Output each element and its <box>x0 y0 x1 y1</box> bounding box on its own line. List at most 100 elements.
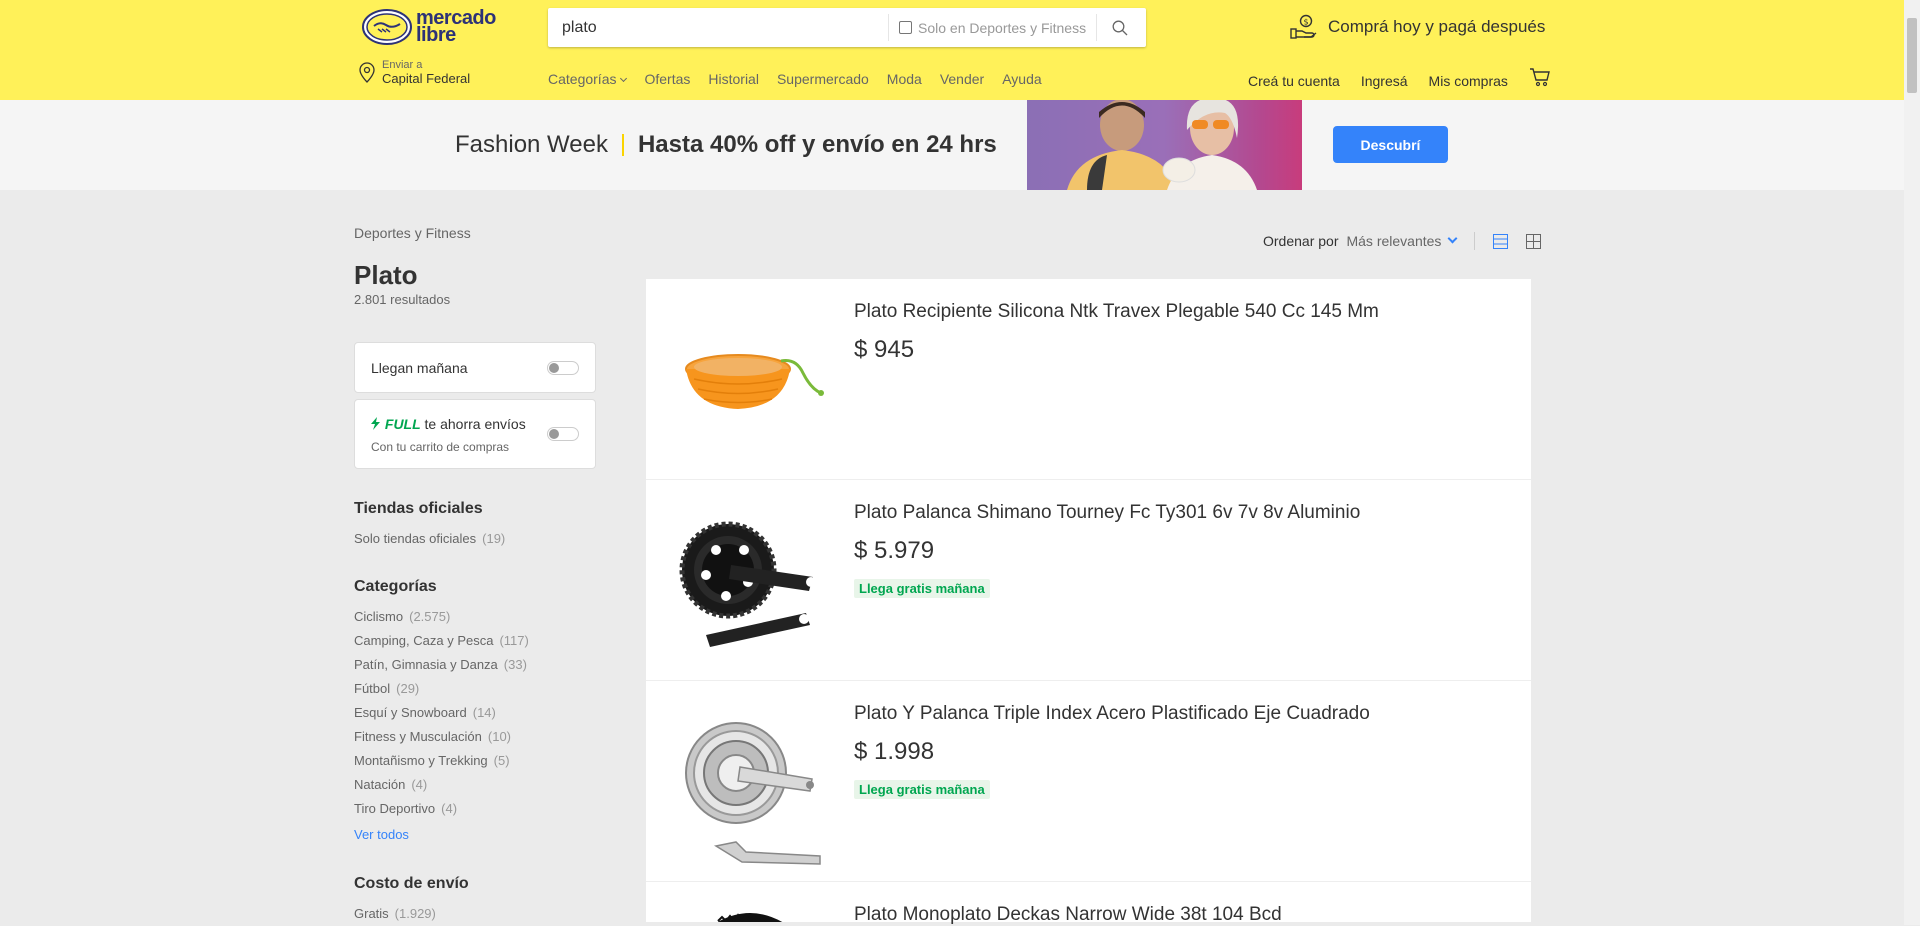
chainring-image <box>717 913 783 922</box>
shipping-location[interactable]: Enviar a Capital Federal <box>358 59 470 86</box>
category-count: (29) <box>396 681 420 696</box>
category-count: (4) <box>411 777 428 792</box>
category-checkbox[interactable] <box>899 21 912 34</box>
result-item[interactable]: Plato Palanca Shimano Tourney Fc Ty301 6… <box>646 480 1531 681</box>
filter-llegan-manana[interactable]: Llegan mañana <box>354 342 596 393</box>
result-item[interactable]: Plato Recipiente Silicona Ntk Travex Ple… <box>646 279 1531 480</box>
nav-categorias[interactable]: Categorías <box>548 71 628 87</box>
mercadolibre-logo[interactable]: mercado libre <box>362 8 496 45</box>
result-item[interactable]: Plato Y Palanca Triple Index Acero Plast… <box>646 681 1531 882</box>
nav-supermercado[interactable]: Supermercado <box>777 71 869 87</box>
filter-llegan-label: Llegan mañana <box>371 360 468 376</box>
category-label: Camping, Caza y Pesca <box>354 633 494 648</box>
category-item[interactable]: Natación (4) <box>354 777 427 792</box>
category-count: (117) <box>499 633 529 648</box>
product-price: $ 1.998 <box>854 738 935 765</box>
banner-event: Fashion Week <box>455 131 608 158</box>
nav-historial[interactable]: Historial <box>708 71 759 87</box>
category-count: (2.575) <box>409 609 451 624</box>
category-count: (5) <box>493 753 510 768</box>
search-input[interactable] <box>548 8 888 47</box>
product-price: $ 5.979 <box>854 537 935 564</box>
results-count: 2.801 resultados <box>354 292 451 307</box>
category-label: Esquí y Snowboard <box>354 705 467 720</box>
breadcrumb[interactable]: Deportes y Fitness <box>354 225 471 241</box>
shipping-badge: Llega gratis mañana <box>854 780 990 799</box>
scroll-thumb[interactable] <box>1907 18 1917 93</box>
category-item[interactable]: Tiro Deportivo (4) <box>354 801 457 816</box>
categorias-title: Categorías <box>354 578 437 595</box>
search-category-filter[interactable]: Solo en Deportes y Fitness <box>889 8 1096 47</box>
product-title[interactable]: Plato Recipiente Silicona Ntk Travex Ple… <box>854 301 1379 323</box>
location-label: Enviar a <box>382 59 423 71</box>
envio-title: Costo de envío <box>354 875 469 892</box>
sort-dropdown[interactable]: Más relevantes <box>1346 233 1458 249</box>
full-label: FULL te ahorra envíos <box>371 416 526 432</box>
product-image[interactable] <box>676 319 824 467</box>
cart-icon[interactable] <box>1529 67 1551 87</box>
account-nav: Creá tu cuenta Ingresá Mis compras <box>1248 68 1551 91</box>
category-item[interactable]: Fitness y Musculación (10) <box>354 729 511 744</box>
search-icon <box>1112 20 1128 35</box>
nav-vender[interactable]: Vender <box>940 71 984 87</box>
category-item[interactable]: Fútbol (29) <box>354 681 419 696</box>
product-image[interactable] <box>676 910 824 922</box>
hand-coin-icon: $ <box>1290 14 1317 39</box>
sort-bar: Ordenar por Más relevantes <box>1263 232 1542 250</box>
category-item[interactable]: Camping, Caza y Pesca (117) <box>354 633 529 648</box>
product-image[interactable] <box>676 520 824 668</box>
category-label: Tiro Deportivo <box>354 801 436 816</box>
filter-count: (1.929) <box>394 906 436 921</box>
tiendas-title: Tiendas oficiales <box>354 500 483 517</box>
category-item[interactable]: Patín, Gimnasia y Danza (33) <box>354 657 527 672</box>
category-label: Natación <box>354 777 406 792</box>
product-image[interactable] <box>676 721 824 869</box>
main-nav: Categorías Ofertas Historial Supermercad… <box>548 71 1042 87</box>
category-item[interactable]: Ciclismo (2.575) <box>354 609 450 624</box>
category-item[interactable]: Esquí y Snowboard (14) <box>354 705 496 720</box>
result-item[interactable]: Plato Monoplato Deckas Narrow Wide 38t 1… <box>646 882 1531 925</box>
category-label: Patín, Gimnasia y Danza <box>354 657 498 672</box>
login-link[interactable]: Ingresá <box>1361 73 1408 89</box>
page-scrollbar[interactable] <box>1904 0 1920 925</box>
category-label: Ciclismo <box>354 609 404 624</box>
full-text: te ahorra envíos <box>424 416 526 432</box>
shipping-badge: Llega gratis mañana <box>854 579 990 598</box>
page-title: Plato <box>354 260 418 290</box>
product-price: $ 945 <box>854 336 915 363</box>
my-purchases-link[interactable]: Mis compras <box>1429 73 1508 89</box>
ver-todos-link[interactable]: Ver todos <box>354 827 409 842</box>
filter-label: Solo tiendas oficiales <box>354 531 477 546</box>
filter-envio-gratis[interactable]: Gratis (1.929) <box>354 906 436 921</box>
nav-moda[interactable]: Moda <box>887 71 922 87</box>
product-title[interactable]: Plato Monoplato Deckas Narrow Wide 38t 1… <box>854 904 1282 926</box>
category-label: Fútbol <box>354 681 391 696</box>
product-title[interactable]: Plato Palanca Shimano Tourney Fc Ty301 6… <box>854 502 1360 524</box>
sort-label: Ordenar por <box>1263 233 1339 249</box>
filter-tiendas-oficiales[interactable]: Solo tiendas oficiales (19) <box>354 531 505 546</box>
location-value: Capital Federal <box>382 71 471 86</box>
product-title[interactable]: Plato Y Palanca Triple Index Acero Plast… <box>854 703 1370 725</box>
category-count: (33) <box>503 657 527 672</box>
chevron-down-icon <box>1447 233 1458 243</box>
llegan-manana-toggle[interactable] <box>547 361 579 375</box>
list-view-icon[interactable] <box>1493 233 1509 249</box>
nav-ofertas[interactable]: Ofertas <box>644 71 690 87</box>
category-item[interactable]: Montañismo y Trekking (5) <box>354 753 510 768</box>
discover-button[interactable]: Descubrí <box>1333 126 1448 163</box>
banner-image <box>1027 100 1302 190</box>
full-toggle[interactable] <box>547 427 579 441</box>
sort-divider <box>1474 232 1476 250</box>
filter-full[interactable]: FULL te ahorra envíos Con tu carrito de … <box>354 399 596 469</box>
create-account-link[interactable]: Creá tu cuenta <box>1248 73 1340 89</box>
triple-crankset-image <box>685 722 821 865</box>
fashion-week-banner[interactable]: Fashion Week Hasta 40% off y envío en 24… <box>0 100 1904 190</box>
search-bar: Solo en Deportes y Fitness <box>548 8 1146 47</box>
banner-headline: Hasta 40% off y envío en 24 hrs <box>637 131 997 158</box>
search-button[interactable] <box>1097 8 1142 47</box>
nav-ayuda[interactable]: Ayuda <box>1002 71 1041 87</box>
banner-text: Fashion Week Hasta 40% off y envío en 24… <box>455 131 997 159</box>
buy-now-pay-later-promo[interactable]: $ Comprá hoy y pagá después <box>1290 14 1545 40</box>
grid-view-icon[interactable] <box>1526 233 1542 249</box>
results-list: Plato Recipiente Silicona Ntk Travex Ple… <box>646 279 1531 925</box>
